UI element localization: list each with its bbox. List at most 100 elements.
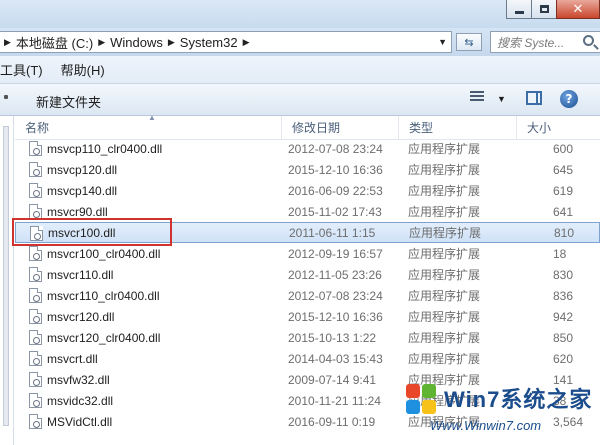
- search-box[interactable]: 搜索 Syste...: [490, 31, 600, 53]
- preview-pane-icon[interactable]: [526, 91, 542, 105]
- chevron-down-icon[interactable]: ▼: [438, 37, 447, 47]
- file-type: 应用程序扩展: [408, 331, 481, 345]
- file-row[interactable]: msvcr100_clr0400.dll 2012-09-19 16:57 应用程序…: [15, 243, 600, 264]
- file-row[interactable]: msvcp140.dll 2016-06-09 22:53 应用程序扩展 619: [15, 180, 600, 201]
- minimize-icon: [514, 10, 524, 14]
- file-type: 应用程序扩展: [408, 247, 481, 261]
- column-header-date[interactable]: 修改日期: [282, 116, 399, 140]
- dll-file-icon: [29, 393, 42, 408]
- file-size: 810: [554, 225, 575, 240]
- file-date: 2009-07-14 9:41: [288, 372, 377, 387]
- chevron-down-icon[interactable]: ▼: [497, 94, 506, 104]
- new-folder-button[interactable]: 新建文件夹: [36, 92, 101, 111]
- dll-file-icon: [29, 162, 42, 177]
- dll-file-icon: [29, 414, 42, 429]
- dll-file-icon: [29, 204, 42, 219]
- breadcrumb: ▶ 本地磁盘 (C:) ▶ Windows ▶ System32 ▶: [0, 32, 255, 52]
- help-icon[interactable]: ?: [560, 90, 578, 108]
- file-row[interactable]: msvcrt.dll 2014-04-03 15:43 应用程序扩展 620: [15, 348, 600, 369]
- column-header-bar: ▲ 名称 修改日期 类型 大小: [15, 113, 600, 140]
- file-row[interactable]: msvcp120.dll 2015-12-10 16:36 应用程序扩展 645: [15, 159, 600, 180]
- file-size: 850: [553, 330, 574, 345]
- file-type: 应用程序扩展: [409, 226, 482, 240]
- menu-bar: 工具(T) 帮助(H): [0, 56, 600, 84]
- file-date: 2015-11-02 17:43: [288, 204, 382, 219]
- file-name: msvidc32.dll: [47, 393, 114, 408]
- chevron-right-icon[interactable]: ▶: [168, 37, 175, 48]
- window-controls: ✕: [506, 0, 600, 20]
- navigation-pane-edge: [0, 116, 14, 445]
- file-date: 2015-10-13 1:22: [288, 330, 377, 345]
- file-type: 应用程序扩展: [408, 352, 481, 366]
- dll-file-icon: [29, 141, 42, 156]
- file-type: 应用程序扩展: [408, 163, 481, 177]
- file-date: 2012-11-05 23:26: [288, 267, 382, 282]
- address-row: ▶ 本地磁盘 (C:) ▶ Windows ▶ System32 ▶ ▼ ⇆ 搜…: [0, 28, 600, 56]
- file-size: 619: [553, 183, 574, 198]
- file-row[interactable]: msvcr110.dll 2012-11-05 23:26 应用程序扩展 830: [15, 264, 600, 285]
- file-type: 应用程序扩展: [408, 184, 481, 198]
- refresh-button[interactable]: ⇆: [456, 33, 482, 51]
- file-name: msvcr90.dll: [47, 204, 108, 219]
- toolbar-grip: [4, 95, 8, 99]
- address-bar[interactable]: ▶ 本地磁盘 (C:) ▶ Windows ▶ System32 ▶ ▼: [0, 31, 452, 53]
- maximize-button[interactable]: [531, 0, 557, 19]
- maximize-icon: [539, 5, 549, 13]
- close-button[interactable]: ✕: [556, 0, 600, 19]
- chevron-right-icon[interactable]: ▶: [4, 37, 11, 48]
- watermark-brand: Win7系统之家: [444, 387, 593, 412]
- dll-file-icon: [29, 330, 42, 345]
- file-date: 2010-11-21 11:24: [288, 393, 381, 408]
- file-type: 应用程序扩展: [408, 310, 481, 324]
- menu-help[interactable]: 帮助(H): [61, 60, 105, 79]
- chevron-right-icon[interactable]: ▶: [98, 37, 105, 48]
- file-size: 18: [553, 246, 567, 261]
- view-list-icon[interactable]: [470, 91, 484, 105]
- dll-file-icon: [29, 288, 42, 303]
- site-watermark: Win7系统之家 Www.Winwin7.com: [400, 378, 600, 445]
- dll-file-icon: [29, 309, 42, 324]
- file-type: 应用程序扩展: [408, 268, 481, 282]
- file-date: 2012-07-08 23:24: [288, 288, 383, 303]
- file-type: 应用程序扩展: [408, 289, 481, 303]
- file-name: msvfw32.dll: [47, 372, 110, 387]
- file-size: 641: [553, 204, 574, 219]
- file-name: msvcr100_clr0400.dll: [47, 246, 161, 261]
- dll-file-icon: [29, 267, 42, 282]
- navigation-scrollbar[interactable]: [3, 126, 9, 426]
- column-header-name[interactable]: 名称: [15, 116, 282, 140]
- dll-file-icon: [29, 183, 42, 198]
- breadcrumb-item-drive[interactable]: 本地磁盘 (C:): [16, 33, 93, 52]
- file-name: MSVidCtl.dll: [47, 414, 113, 429]
- file-name: msvcrt.dll: [47, 351, 98, 366]
- file-date: 2011-06-11 1:15: [289, 225, 376, 240]
- minimize-button[interactable]: [506, 0, 532, 19]
- file-row[interactable]: msvcr120.dll 2015-12-10 16:36 应用程序扩展 942: [15, 306, 600, 327]
- file-row[interactable]: msvcr110_clr0400.dll 2012-07-08 23:24 应用程序…: [15, 285, 600, 306]
- menu-tools[interactable]: 工具(T): [0, 60, 43, 79]
- close-icon: ✕: [572, 1, 584, 17]
- windows-logo-icon: [406, 384, 438, 416]
- watermark-url: Www.Winwin7.com: [430, 418, 542, 433]
- breadcrumb-item-system32[interactable]: System32: [180, 35, 238, 50]
- dll-file-icon: [29, 351, 42, 366]
- column-header-type[interactable]: 类型: [399, 116, 517, 140]
- file-name: msvcp140.dll: [47, 183, 118, 198]
- refresh-icon: ⇆: [464, 36, 474, 49]
- search-icon[interactable]: [583, 35, 594, 46]
- file-date: 2015-12-10 16:36: [288, 309, 383, 324]
- file-date: 2016-06-09 22:53: [288, 183, 383, 198]
- file-row[interactable]: msvcr120_clr0400.dll 2015-10-13 1:22 应用程序扩…: [15, 327, 600, 348]
- title-bar: ✕: [0, 0, 600, 28]
- chevron-right-icon[interactable]: ▶: [243, 37, 250, 48]
- file-row[interactable]: msvcp110_clr0400.dll 2012-07-08 23:24 应用程序…: [15, 138, 600, 159]
- file-name: msvcr120_clr0400.dll: [47, 330, 161, 345]
- column-header-size[interactable]: 大小: [517, 116, 600, 140]
- breadcrumb-item-windows[interactable]: Windows: [110, 35, 163, 50]
- file-date: 2012-07-08 23:24: [288, 141, 383, 156]
- command-toolbar: 新建文件夹 ▼ ?: [0, 84, 600, 116]
- highlight-box: [12, 218, 172, 246]
- file-date: 2014-04-03 15:43: [288, 351, 383, 366]
- file-type: 应用程序扩展: [408, 142, 481, 156]
- file-size: 830: [553, 267, 574, 282]
